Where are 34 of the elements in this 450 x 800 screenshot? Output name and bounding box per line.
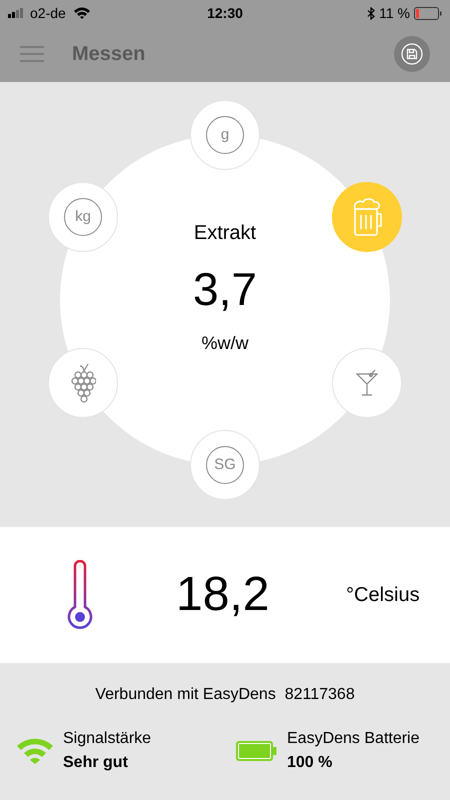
thermometer-icon <box>66 560 94 630</box>
signal-label: Signalstärke <box>63 729 152 749</box>
wifi-signal-icon <box>17 738 53 764</box>
cocktail-glass-icon <box>356 369 378 397</box>
mode-button[interactable]: g <box>190 100 260 170</box>
save-button[interactable] <box>394 36 430 72</box>
wifi-icon <box>74 7 90 19</box>
unit-label: kg <box>64 198 102 236</box>
menu-icon <box>20 45 44 63</box>
battery-low-icon <box>414 6 442 20</box>
signal-bars-icon <box>8 8 26 18</box>
mode-button[interactable]: kg <box>48 182 118 252</box>
bluetooth-icon <box>367 6 376 20</box>
measurement-label: Extrakt <box>194 220 256 246</box>
clock-time: 12:30 <box>207 4 243 22</box>
signal-value: Sehr gut <box>63 753 129 773</box>
page-title: Messen <box>72 42 146 67</box>
grapes-icon <box>70 363 96 403</box>
carrier-name: o2-de <box>30 4 66 22</box>
battery-value: 100 % <box>287 753 334 773</box>
battery-label: EasyDens Batterie <box>287 729 420 749</box>
unit-label: SG <box>206 446 244 484</box>
measurement-value: 3,7 <box>193 266 257 312</box>
mode-button[interactable]: SG <box>190 430 260 500</box>
temperature-value: 18,2 <box>176 567 270 623</box>
save-icon <box>401 43 423 65</box>
battery-percentage: 11 % <box>379 4 410 22</box>
connection-status: Verbunden mit EasyDens 82117368 <box>94 685 356 705</box>
menu-button[interactable] <box>20 45 44 63</box>
temperature-unit: °Celsius <box>346 583 420 608</box>
measurement-unit: %w/w <box>201 332 248 354</box>
beer-mug-icon <box>351 197 383 237</box>
unit-label: g <box>206 116 244 154</box>
battery-full-icon <box>235 740 277 762</box>
